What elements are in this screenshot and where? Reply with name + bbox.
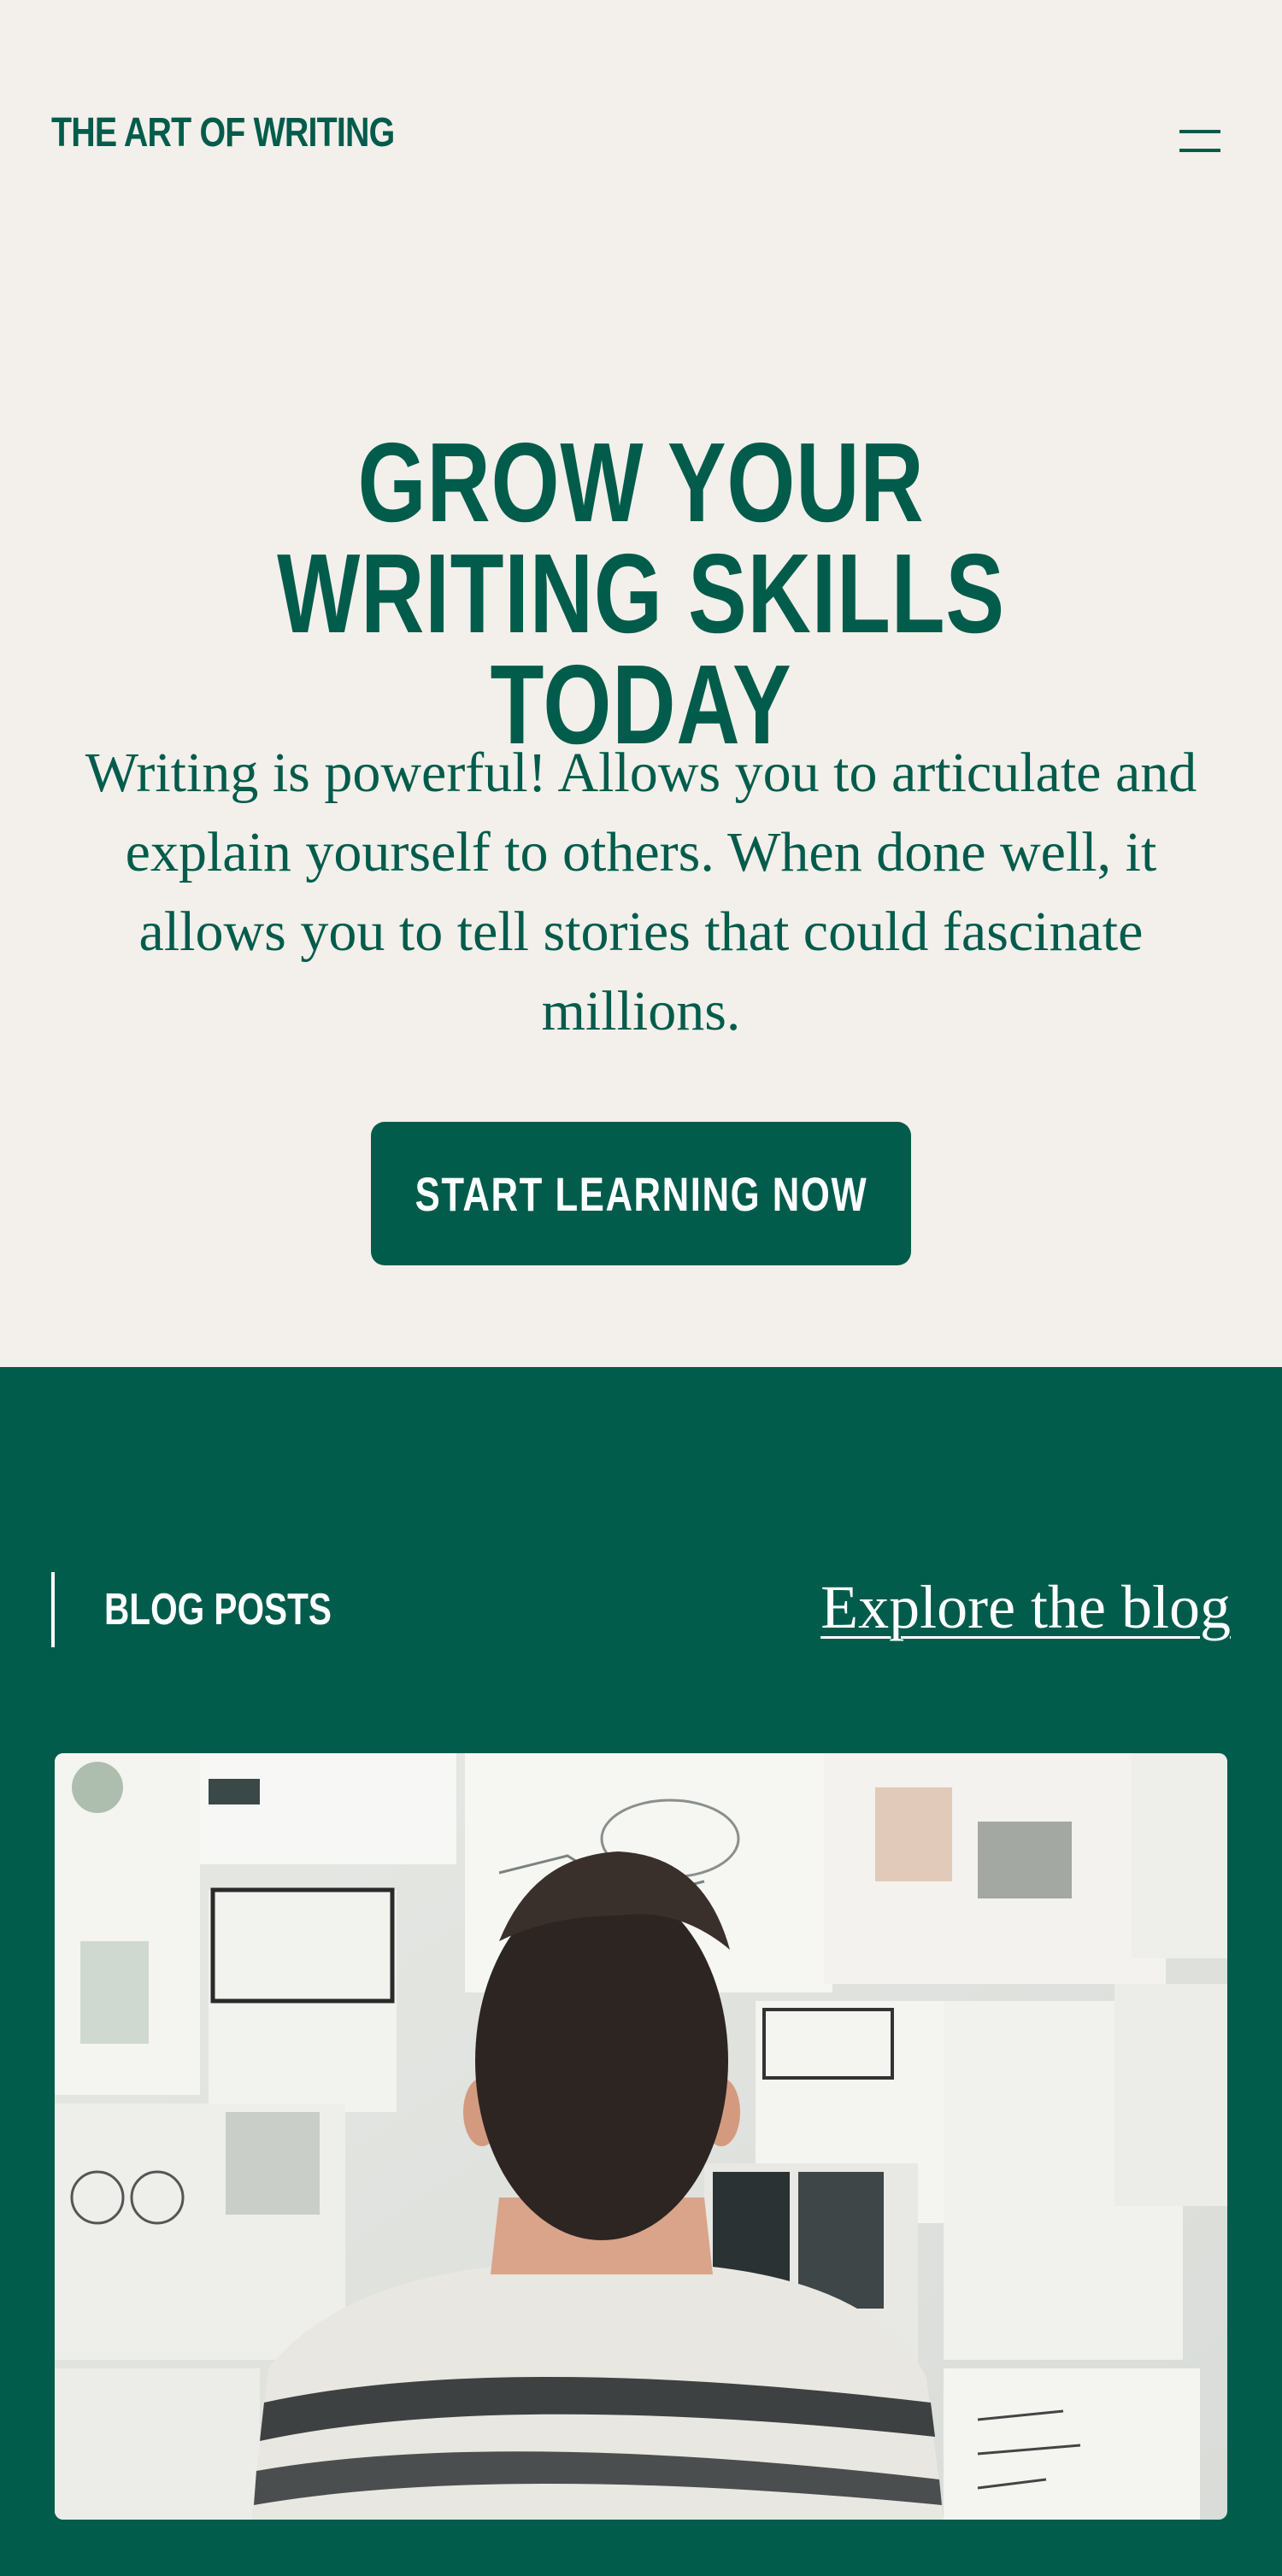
menu-line-bottom (1179, 149, 1220, 152)
menu-line-top (1179, 130, 1220, 133)
site-logo[interactable]: THE ART OF WRITING (51, 109, 395, 156)
person-at-sketch-wall-illustration (55, 1753, 1227, 2520)
hero-title: GROW YOUR WRITING SKILLS TODAY (277, 420, 1005, 767)
blog-posts-heading: BLOG POSTS (51, 1572, 396, 1647)
site-header: THE ART OF WRITING (0, 0, 1282, 282)
explore-blog-link[interactable]: Explore the blog (820, 1572, 1231, 1643)
start-learning-label: START LEARNING NOW (415, 1166, 867, 1221)
blog-posts-label: BLOG POSTS (104, 1585, 332, 1634)
hero-section: GROW YOUR WRITING SKILLS TODAY Writing i… (0, 282, 1282, 1367)
featured-post-image[interactable] (55, 1753, 1227, 2520)
start-learning-button[interactable]: START LEARNING NOW (371, 1122, 911, 1265)
hamburger-menu-icon[interactable] (1173, 126, 1220, 161)
blog-section: BLOG POSTS Explore the blog (0, 1367, 1282, 2576)
hero-description: Writing is powerful! Allows you to artic… (85, 742, 1197, 1042)
